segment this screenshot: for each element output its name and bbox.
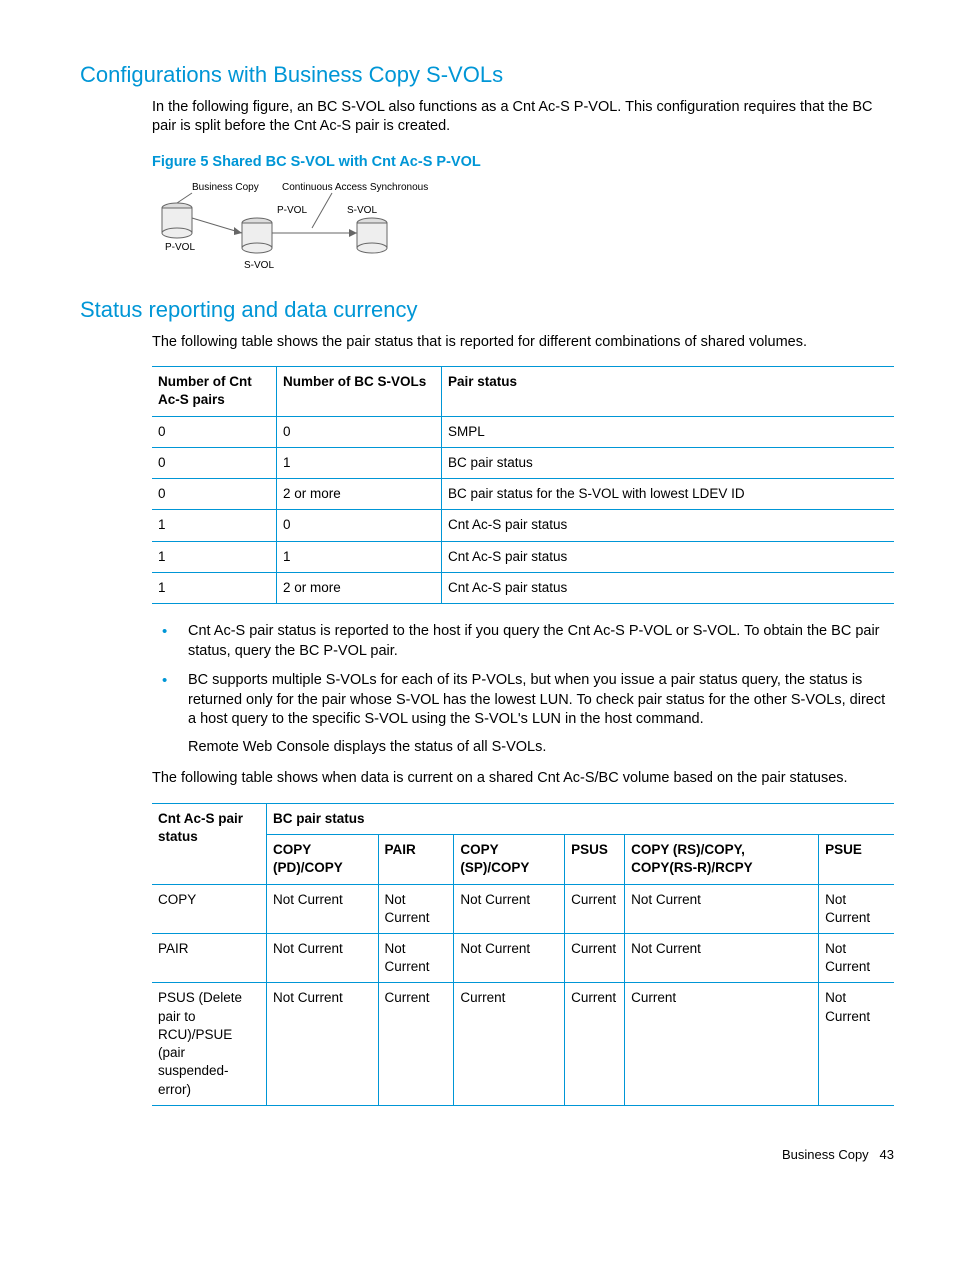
table-row: 11Cnt Ac-S pair status [152, 541, 894, 572]
page-footer: Business Copy 43 [80, 1146, 894, 1164]
t1-h3: Pair status [442, 367, 895, 416]
list-item: BC supports multiple S-VOLs for each of … [152, 671, 894, 757]
footer-page-number: 43 [880, 1147, 894, 1162]
heading-configurations: Configurations with Business Copy S-VOLs [80, 60, 894, 90]
table-row: 00SMPL [152, 416, 894, 447]
t2-col: PAIR [378, 835, 454, 884]
table-row: 10Cnt Ac-S pair status [152, 510, 894, 541]
t2-col: PSUS [565, 835, 625, 884]
figure-5-diagram: Business Copy Continuous Access Synchron… [152, 178, 894, 285]
bc-label: Business Copy [192, 182, 259, 193]
footer-section: Business Copy [782, 1147, 869, 1162]
table-row: 02 or moreBC pair status for the S-VOL w… [152, 479, 894, 510]
t1-h2: Number of BC S-VOLs [277, 367, 442, 416]
bullet-2-text: BC supports multiple S-VOLs for each of … [188, 672, 885, 727]
table-row: COPYNot CurrentNot CurrentNot CurrentCur… [152, 884, 894, 933]
pvol-left-label: P-VOL [165, 242, 195, 253]
bullet-2-sub: Remote Web Console displays the status o… [188, 738, 894, 758]
pvol-mid-label: P-VOL [277, 205, 307, 216]
table-row: PAIRNot CurrentNot CurrentNot CurrentCur… [152, 933, 894, 982]
t2-col: PSUE [819, 835, 894, 884]
table-row: 01BC pair status [152, 447, 894, 478]
t2-rowhead: Cnt Ac-S pair status [152, 803, 267, 884]
svol-right-label: S-VOL [347, 205, 377, 216]
cas-label: Continuous Access Synchronous [282, 182, 428, 193]
t2-col: COPY (PD)/COPY [267, 835, 379, 884]
intro-paragraph-1: In the following figure, an BC S-VOL als… [152, 98, 894, 137]
intro-paragraph-3: The following table shows when data is c… [152, 769, 894, 789]
list-item: Cnt Ac-S pair status is reported to the … [152, 622, 894, 661]
table-row: PSUS (Delete pair to RCU)/PSUE (pair sus… [152, 983, 894, 1105]
notes-list: Cnt Ac-S pair status is reported to the … [152, 622, 894, 757]
data-currency-table: Cnt Ac-S pair status BC pair status COPY… [152, 803, 894, 1106]
figure-5-title: Figure 5 Shared BC S-VOL with Cnt Ac-S P… [152, 153, 894, 173]
t2-grouphead: BC pair status [267, 803, 895, 834]
intro-paragraph-2: The following table shows the pair statu… [152, 333, 894, 353]
t2-col: COPY (SP)/COPY [454, 835, 565, 884]
t1-h1: Number of Cnt Ac-S pairs [152, 367, 277, 416]
t2-col: COPY (RS)/COPY, COPY(RS-R)/RCPY [625, 835, 819, 884]
table-row: 12 or moreCnt Ac-S pair status [152, 572, 894, 603]
svol-mid-label: S-VOL [244, 260, 274, 271]
pair-status-table: Number of Cnt Ac-S pairs Number of BC S-… [152, 366, 894, 604]
heading-status-reporting: Status reporting and data currency [80, 295, 894, 325]
